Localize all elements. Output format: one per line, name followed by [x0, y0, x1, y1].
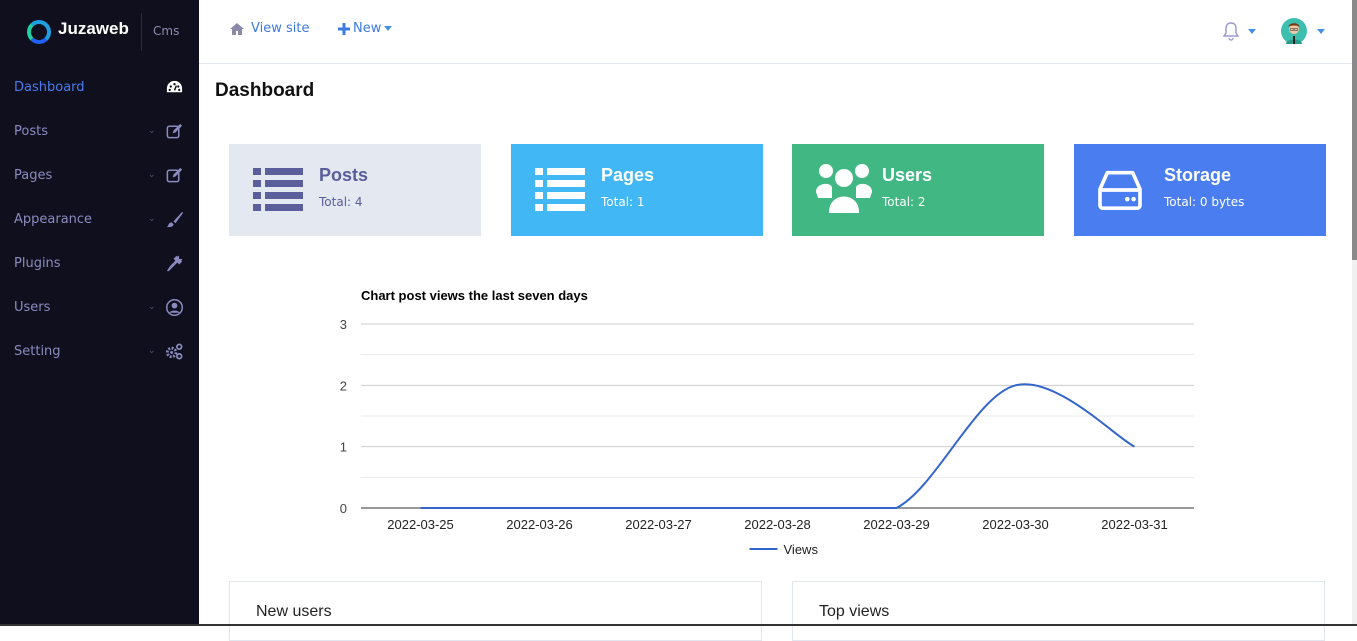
card-total: Total: 2 [882, 195, 926, 209]
avatar [1281, 18, 1307, 44]
sidebar-item-label: Users [14, 299, 51, 315]
top-views-panel: Top views [792, 581, 1325, 641]
scrollbar-thumb[interactable] [1352, 0, 1357, 260]
panel-title: New users [256, 603, 332, 620]
y-tick-label: 3 [340, 317, 347, 332]
page-scrollbar[interactable] [1352, 0, 1357, 626]
stat-card-pages[interactable]: Pages Total: 1 [511, 144, 763, 236]
paint-brush-icon [166, 211, 184, 227]
user-circle-icon [165, 298, 184, 316]
caret-down-icon [1248, 28, 1256, 34]
user-menu-button[interactable] [1281, 18, 1325, 44]
x-tick-label: 2022-03-25 [387, 517, 454, 532]
page-title: Dashboard [215, 80, 315, 101]
sidebar-item-appearance[interactable]: Appearance ⌄ [0, 197, 199, 241]
view-site-link[interactable]: View site [229, 21, 309, 36]
chevron-down-icon: ⌄ [148, 346, 156, 356]
new-label: New [353, 21, 382, 36]
top-navbar: View site New [199, 0, 1357, 64]
sidebar-item-plugins[interactable]: Plugins [0, 241, 199, 285]
sidebar: Juzaweb Cms Dashboard Posts ⌄ Pages ⌄ Ap… [0, 0, 199, 626]
chevron-down-icon: ⌄ [148, 214, 156, 224]
sidebar-item-dashboard[interactable]: Dashboard [0, 65, 199, 109]
plug-icon [166, 255, 183, 271]
new-users-panel: New users [229, 581, 762, 641]
card-total: Total: 1 [601, 195, 645, 209]
card-title: Storage [1164, 165, 1232, 185]
sidebar-item-label: Appearance [14, 211, 93, 227]
chevron-down-icon: ⌄ [148, 302, 156, 312]
tachometer-icon [166, 80, 183, 92]
card-title: Users [882, 165, 933, 185]
chart-title: Chart post views the last seven days [361, 288, 588, 303]
sidebar-item-label: Posts [14, 123, 48, 139]
x-tick-label: 2022-03-29 [863, 517, 930, 532]
x-tick-label: 2022-03-28 [744, 517, 811, 532]
sidebar-item-pages[interactable]: Pages ⌄ [0, 153, 199, 197]
card-title: Pages [601, 165, 655, 185]
sidebar-item-label: Pages [14, 167, 53, 183]
new-dropdown-button[interactable]: New [338, 21, 393, 36]
sidebar-item-label: Setting [14, 343, 61, 359]
series-line-views [420, 383, 1135, 509]
x-tick-label: 2022-03-31 [1101, 517, 1168, 532]
caret-down-icon [384, 26, 393, 31]
list-icon [253, 168, 303, 211]
edit-icon [166, 123, 183, 138]
plus-icon [338, 22, 350, 35]
card-total: Total: 0 bytes [1164, 195, 1245, 209]
sidebar-item-users[interactable]: Users ⌄ [0, 285, 199, 329]
y-tick-label: 2 [340, 378, 347, 393]
notifications-button[interactable] [1222, 21, 1256, 41]
card-title: Posts [319, 165, 369, 185]
sidebar-item-label: Dashboard [14, 79, 85, 95]
list-icon [535, 168, 585, 211]
panel-title: Top views [819, 603, 890, 620]
home-icon [230, 22, 244, 35]
hdd-icon [1098, 170, 1142, 210]
caret-down-icon [1317, 28, 1325, 34]
sidebar-item-posts[interactable]: Posts ⌄ [0, 109, 199, 153]
line-chart-svg: Chart post views the last seven days 0 1 2 3… [340, 288, 1194, 557]
y-tick-label: 1 [340, 440, 347, 455]
cogs-icon [165, 343, 183, 359]
chevron-down-icon: ⌄ [148, 126, 156, 136]
brand-divider [141, 13, 142, 51]
bell-icon [1222, 22, 1240, 41]
brand[interactable]: Juzaweb Cms [0, 0, 199, 64]
edit-icon [166, 167, 183, 182]
chevron-down-icon: ⌄ [148, 170, 156, 180]
logo-icon [27, 20, 51, 44]
brand-suffix: Cms [153, 24, 180, 38]
stat-card-storage[interactable]: Storage Total: 0 bytes [1074, 144, 1326, 236]
sidebar-item-setting[interactable]: Setting ⌄ [0, 329, 199, 373]
legend-label: Views [784, 542, 819, 557]
post-views-chart: Chart post views the last seven days 0 1 2 3… [320, 280, 1220, 570]
stat-card-users[interactable]: Users Total: 2 [792, 144, 1044, 236]
x-tick-label: 2022-03-26 [506, 517, 573, 532]
card-total: Total: 4 [319, 195, 363, 209]
users-icon [816, 164, 872, 215]
sidebar-item-label: Plugins [14, 255, 61, 271]
stat-card-posts[interactable]: Posts Total: 4 [229, 144, 481, 236]
x-tick-label: 2022-03-27 [625, 517, 692, 532]
y-tick-label: 0 [340, 501, 347, 516]
x-tick-label: 2022-03-30 [982, 517, 1049, 532]
view-site-label: View site [251, 21, 310, 36]
brand-name: Juzaweb [58, 19, 129, 38]
